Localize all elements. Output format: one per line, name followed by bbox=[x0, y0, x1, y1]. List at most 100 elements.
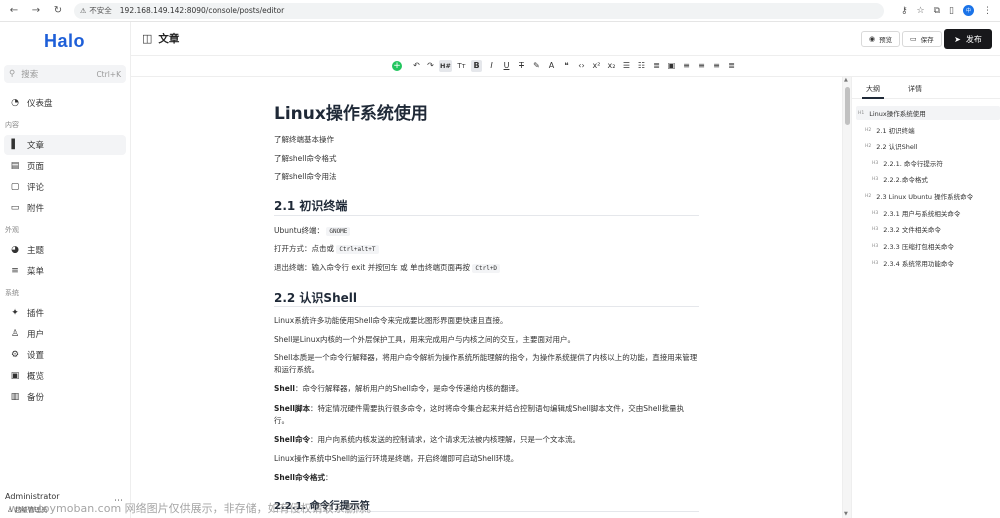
save-label: 保存 bbox=[920, 36, 934, 44]
align-left-icon[interactable]: ≡ bbox=[681, 60, 692, 72]
outline-label: 2.3.4 系统常用功能命令 bbox=[883, 260, 954, 268]
sidebar-item-dashboard[interactable]: ◔ 仪表盘 bbox=[4, 93, 126, 113]
split-icon[interactable]: ▯ bbox=[949, 6, 954, 16]
italic-icon[interactable]: I bbox=[486, 60, 497, 72]
editor-content[interactable]: Linux操作系统使用 了解终端基本操作 了解shell命令格式 了解shell… bbox=[131, 77, 842, 518]
extensions-icon[interactable]: ⧉ bbox=[934, 6, 940, 16]
forward-icon[interactable]: → bbox=[30, 5, 42, 16]
sidebar-item-label: 主题 bbox=[27, 246, 45, 256]
tab-detail[interactable]: 详情 bbox=[908, 84, 922, 94]
superscript-icon[interactable]: x² bbox=[591, 60, 602, 72]
preview-label: 预览 bbox=[879, 36, 893, 44]
publish-button[interactable]: ➤ 发布 bbox=[944, 29, 992, 49]
reload-icon[interactable]: ↻ bbox=[52, 5, 64, 16]
plus-icon[interactable]: + bbox=[392, 61, 402, 71]
sidebar-item-overview[interactable]: ▣ 概览 bbox=[4, 366, 126, 386]
editor-scrollbar[interactable]: ▲ ▼ bbox=[842, 77, 851, 518]
bullet-list-icon[interactable]: ☰ bbox=[621, 60, 632, 72]
user-icon: ♙ bbox=[10, 329, 20, 339]
outline-item[interactable]: H3 2.2.1. 命令行提示符 bbox=[856, 156, 1000, 170]
scroll-down-icon[interactable]: ▼ bbox=[844, 511, 848, 517]
doc-title: Linux操作系统使用 bbox=[274, 104, 428, 124]
strike-icon[interactable]: T bbox=[516, 60, 527, 72]
outline-item[interactable]: H3 2.3.3 压缩打包相关命令 bbox=[856, 239, 1000, 253]
outline-item[interactable]: H3 2.3.1 用户与系统相关命令 bbox=[856, 206, 1000, 220]
sidebar-item-settings[interactable]: ⚙ 设置 bbox=[4, 345, 126, 365]
sidebar-item-pages[interactable]: ▤ 页面 bbox=[4, 156, 126, 176]
text: Ubuntu终端： bbox=[274, 226, 324, 235]
star-icon[interactable]: ☆ bbox=[917, 6, 925, 16]
sidebar-item-label: 备份 bbox=[27, 393, 45, 403]
save-button[interactable]: ▭ 保存 bbox=[902, 31, 942, 47]
outline-level: H3 bbox=[872, 226, 879, 232]
outline-item[interactable]: H2 2.1 初识终端 bbox=[856, 123, 1000, 137]
preview-button[interactable]: ◉ 预览 bbox=[861, 31, 901, 47]
address-bar[interactable]: ⚠ 不安全 192.168.149.142:8090/console/posts… bbox=[74, 2, 884, 19]
text-size-icon[interactable]: Tт bbox=[456, 60, 467, 72]
bold-icon[interactable]: B bbox=[471, 60, 482, 72]
paragraph: 了解shell命令格式 bbox=[274, 154, 337, 163]
sidebar-item-attachments[interactable]: ▭ 附件 bbox=[4, 198, 126, 218]
back-icon[interactable]: ← bbox=[8, 5, 20, 16]
panel-tabs: 大纲 详情 bbox=[852, 81, 1000, 99]
scroll-up-icon[interactable]: ▲ bbox=[844, 77, 848, 83]
outline-item[interactable]: H1 Linux操作系统使用 bbox=[856, 106, 1000, 120]
ordered-list-icon[interactable]: ☷ bbox=[636, 60, 647, 72]
outline-level: H3 bbox=[872, 260, 879, 266]
align-right-icon[interactable]: ≡ bbox=[711, 60, 722, 72]
logo[interactable]: Halo bbox=[44, 31, 85, 52]
align-center-icon[interactable]: ≡ bbox=[696, 60, 707, 72]
paragraph: Linux操作系统中Shell的运行环境是终端，开启终端即可启动Shell环境。 bbox=[274, 454, 519, 463]
publish-label: 发布 bbox=[965, 34, 982, 44]
outline-item[interactable]: H2 2.2 认识Shell bbox=[856, 139, 1000, 153]
folder-icon: ▭ bbox=[10, 203, 20, 213]
profile-avatar[interactable]: 中 bbox=[963, 5, 974, 16]
editor-header: ◫ 文章 ◉ 预览 ▭ 保存 ➤ 发布 bbox=[131, 22, 1000, 56]
paragraph: Shell脚本：特定情况硬件需要执行很多命令，这时将命令集合起来并结合控制语句编… bbox=[274, 403, 699, 427]
outline-label: 2.3.1 用户与系统相关命令 bbox=[883, 210, 961, 218]
book-icon: ◫ bbox=[142, 32, 153, 45]
heading-icon[interactable]: H# bbox=[439, 60, 452, 72]
sidebar-item-backup[interactable]: ▥ 备份 bbox=[4, 387, 126, 407]
plug-icon: ✦ bbox=[11, 308, 19, 318]
align-justify-icon[interactable]: ≣ bbox=[726, 60, 737, 72]
text: ：用户向系统内核发送的控制请求，这个请求无法被内核理解，只是一个文本流。 bbox=[309, 435, 580, 444]
sidebar-item-menus[interactable]: ≡ 菜单 bbox=[4, 261, 126, 281]
underline-icon[interactable]: U bbox=[501, 60, 512, 72]
subscript-icon[interactable]: x₂ bbox=[606, 60, 617, 72]
scroll-thumb[interactable] bbox=[845, 87, 850, 125]
key-icon[interactable]: ⚷ bbox=[901, 6, 908, 16]
sidebar-item-users[interactable]: ♙ 用户 bbox=[4, 324, 126, 344]
sidebar-item-posts[interactable]: ▌ 文章 bbox=[4, 135, 126, 155]
group-label-appearance: 外观 bbox=[5, 226, 19, 234]
sidebar-item-comments[interactable]: ▢ 评论 bbox=[4, 177, 126, 197]
dashboard-icon: ◔ bbox=[11, 98, 19, 108]
redo-icon[interactable]: ↷ bbox=[425, 60, 436, 72]
sidebar-item-themes[interactable]: ◕ 主题 bbox=[4, 240, 126, 260]
warning-icon: ⚠ bbox=[80, 6, 87, 15]
inline-code: GNOME bbox=[326, 227, 351, 236]
group-label-content: 内容 bbox=[5, 121, 19, 129]
undo-icon[interactable]: ↶ bbox=[411, 60, 422, 72]
paragraph: Linux系统许多功能使用Shell命令来完成要比图形界面更快速且直接。 bbox=[274, 316, 508, 325]
code-icon[interactable]: ‹› bbox=[576, 60, 587, 72]
tab-outline[interactable]: 大纲 bbox=[862, 84, 884, 99]
menu-dots-icon[interactable]: ⋮ bbox=[983, 6, 992, 16]
code-block-icon[interactable]: ▣ bbox=[666, 60, 677, 72]
outline-item[interactable]: H3 2.3.4 系统常用功能命令 bbox=[856, 256, 1000, 270]
outline-item[interactable]: H3 2.2.2.命令格式 bbox=[856, 172, 1000, 186]
search-input[interactable]: ⚲ 搜索 Ctrl+K bbox=[4, 65, 126, 83]
sidebar-item-plugins[interactable]: ✦ 插件 bbox=[4, 303, 126, 323]
sidebar-item-label: 插件 bbox=[27, 309, 45, 319]
text: ：特定情况硬件需要执行很多命令，这时将命令集合起来并结合控制语句编辑成Shell… bbox=[274, 404, 685, 425]
sidebar-item-label: 附件 bbox=[27, 204, 45, 214]
font-color-icon[interactable]: A bbox=[546, 60, 557, 72]
sidebar: Halo ⚲ 搜索 Ctrl+K ◔ 仪表盘 内容 ▌ 文章 ▤ 页面 ▢ 评论 ▭ 附件… bbox=[0, 22, 131, 518]
outline-level: H3 bbox=[872, 160, 879, 166]
outline-item[interactable]: H2 2.3 Linux Ubuntu 操作系统命令 bbox=[856, 189, 1000, 203]
outline-item[interactable]: H3 2.3.2 文件相关命令 bbox=[856, 222, 1000, 236]
url-text[interactable]: 192.168.149.142:8090/console/posts/edito… bbox=[120, 6, 284, 15]
task-list-icon[interactable]: ≣ bbox=[651, 60, 662, 72]
highlight-icon[interactable]: ✎ bbox=[531, 60, 542, 72]
quote-icon[interactable]: ❝ bbox=[561, 60, 572, 72]
